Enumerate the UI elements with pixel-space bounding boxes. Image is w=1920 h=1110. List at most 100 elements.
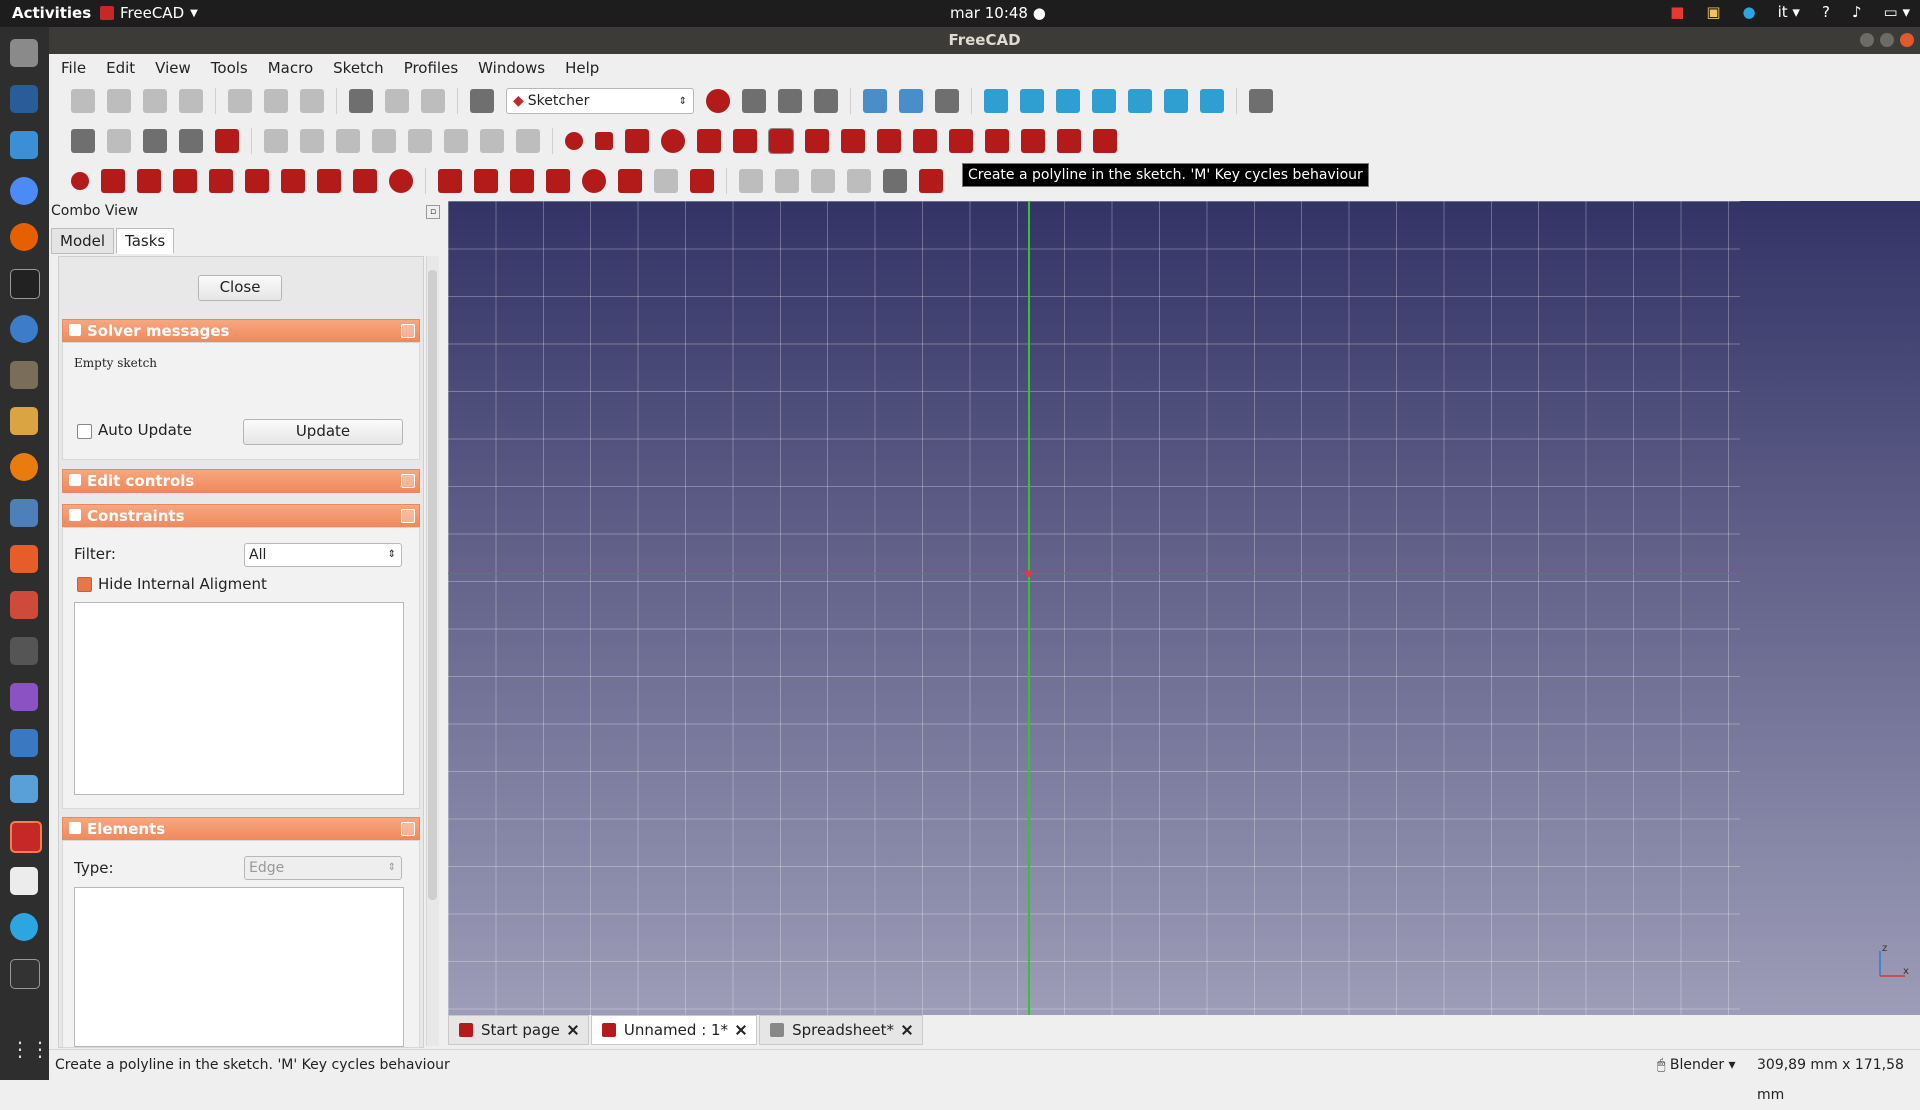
stop-macro-icon[interactable] [742, 89, 766, 113]
horizontal-constraint-icon[interactable] [173, 169, 197, 193]
collapse-icon[interactable] [401, 509, 415, 523]
solver-messages-header[interactable]: Solver messages [62, 319, 420, 343]
radius-constraint-icon[interactable] [582, 169, 606, 193]
carbon-copy-icon[interactable] [1057, 129, 1081, 153]
activities-button[interactable]: Activities [12, 4, 91, 22]
origin-point[interactable] [1025, 570, 1032, 577]
gimp-app-icon[interactable] [10, 361, 38, 389]
copy-icon[interactable] [264, 89, 288, 113]
symmetric-constraint-icon[interactable] [353, 169, 377, 193]
draw-style-icon[interactable] [935, 89, 959, 113]
angle-constraint-icon[interactable] [618, 169, 642, 193]
hide-internal-alignment-checkbox[interactable] [77, 577, 92, 592]
right-view-icon[interactable] [1092, 89, 1116, 113]
workbench-select[interactable]: ◆ Sketcher ⇕ [506, 88, 694, 114]
filter-select[interactable]: All ⇕ [244, 543, 402, 567]
coincident-constraint-icon[interactable] [71, 172, 89, 190]
menu-edit[interactable]: Edit [106, 59, 135, 77]
select-v-axis-icon[interactable] [372, 129, 396, 153]
collapse-icon[interactable] [401, 822, 415, 836]
close-tab-icon[interactable] [902, 1025, 912, 1035]
close-window-icon[interactable] [1900, 33, 1914, 47]
fit-selection-icon[interactable] [899, 89, 923, 113]
front-view-icon[interactable] [1020, 89, 1044, 113]
symmetry-icon[interactable] [444, 129, 468, 153]
run-macro-icon[interactable] [814, 89, 838, 113]
point-icon[interactable] [565, 132, 583, 150]
doc-tab-spreadsheet[interactable]: Spreadsheet* [759, 1015, 924, 1045]
distance-constraint-icon[interactable] [546, 169, 570, 193]
elements-list[interactable] [74, 887, 404, 1047]
edit-controls-header[interactable]: Edit controls [62, 469, 420, 493]
bottom-view-icon[interactable] [1164, 89, 1188, 113]
app-menu[interactable]: FreeCAD ▼ [100, 4, 198, 22]
conic-icon[interactable] [697, 129, 721, 153]
telegram-app-icon[interactable] [10, 913, 38, 941]
sketch-tool-5-icon[interactable] [883, 169, 907, 193]
files-app-icon[interactable] [10, 39, 38, 67]
volume-icon[interactable]: ♪ [1852, 3, 1862, 21]
menu-tools[interactable]: Tools [211, 59, 248, 77]
clock[interactable]: mar 10:48 ● [950, 4, 1046, 22]
construction-toggle-icon[interactable] [1093, 129, 1117, 153]
undock-icon[interactable]: ▫ [426, 205, 440, 219]
virtualbox-app-icon[interactable] [10, 775, 38, 803]
arc-icon[interactable] [625, 129, 649, 153]
record-icon[interactable]: ■ [1670, 3, 1684, 21]
select-h-axis-icon[interactable] [336, 129, 360, 153]
sketch-tool-2-icon[interactable] [775, 169, 799, 193]
perpendicular-constraint-icon[interactable] [245, 169, 269, 193]
thunderbird-app-icon[interactable] [10, 85, 38, 113]
validate-sketch-icon[interactable] [215, 129, 239, 153]
top-view-icon[interactable] [1056, 89, 1080, 113]
polygon-icon[interactable] [841, 129, 865, 153]
lock-constraint-icon[interactable] [438, 169, 462, 193]
close-button[interactable]: Close [198, 275, 282, 301]
line-icon[interactable] [595, 132, 613, 150]
collapse-icon[interactable] [401, 474, 415, 488]
new-sketch-icon[interactable] [71, 129, 95, 153]
blender-app-icon[interactable] [10, 453, 38, 481]
sketch-tool-4-icon[interactable] [847, 169, 871, 193]
editor-app-icon[interactable] [10, 867, 38, 895]
fillet-icon[interactable] [913, 129, 937, 153]
print-icon[interactable] [179, 89, 203, 113]
slot-icon[interactable] [877, 129, 901, 153]
measure-icon[interactable] [1249, 89, 1273, 113]
vertical-constraint-icon[interactable] [137, 169, 161, 193]
toggle-driving-icon[interactable] [690, 169, 714, 193]
librecad-app-icon[interactable] [10, 407, 38, 435]
freecad-dock-icon[interactable] [10, 821, 42, 853]
cut-icon[interactable] [228, 89, 252, 113]
edit-macro-icon[interactable] [778, 89, 802, 113]
fit-all-icon[interactable] [863, 89, 887, 113]
menu-profiles[interactable]: Profiles [404, 59, 458, 77]
sketch-tool-1-icon[interactable] [739, 169, 763, 193]
files-icon[interactable]: ▣ [1706, 3, 1720, 21]
menu-file[interactable]: File [61, 59, 86, 77]
impress-app-icon[interactable] [10, 499, 38, 527]
menu-view[interactable]: View [155, 59, 191, 77]
snap-icon[interactable] [179, 129, 203, 153]
constraints-header[interactable]: Constraints [62, 504, 420, 528]
new-file-icon[interactable] [71, 89, 95, 113]
equal-constraint-icon[interactable] [317, 169, 341, 193]
external-geometry-icon[interactable] [1021, 129, 1045, 153]
rectangle-icon[interactable] [805, 129, 829, 153]
auto-update-checkbox[interactable] [77, 424, 92, 439]
battery-icon[interactable]: ▭ ▾ [1884, 3, 1910, 21]
maximize-icon[interactable] [1880, 33, 1894, 47]
tab-model[interactable]: Model [51, 228, 115, 254]
trim-icon[interactable] [949, 129, 973, 153]
point-on-object-icon[interactable] [101, 169, 125, 193]
navigation-style[interactable]: 🖱 Blender ▾ [1657, 1050, 1736, 1080]
scrollbar-thumb[interactable] [428, 270, 437, 900]
vertical-distance-icon[interactable] [510, 169, 534, 193]
firefox-app-icon[interactable] [10, 223, 38, 251]
save-file-icon[interactable] [143, 89, 167, 113]
block-constraint-icon[interactable] [389, 169, 413, 193]
select-origin-icon[interactable] [300, 129, 324, 153]
refresh-icon[interactable] [421, 89, 445, 113]
sketch-tool-3-icon[interactable] [811, 169, 835, 193]
elements-header[interactable]: Elements [62, 817, 420, 841]
